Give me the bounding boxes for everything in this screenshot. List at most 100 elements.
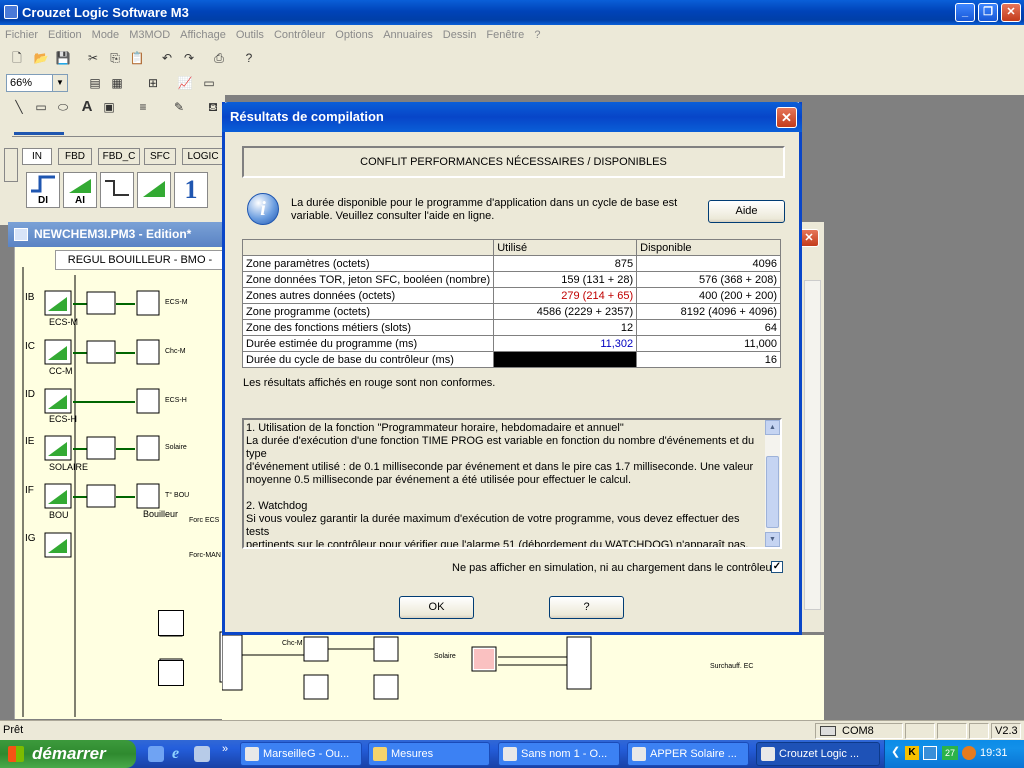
scroll-up-icon[interactable]: ▲ — [765, 420, 780, 435]
menu-dessin[interactable]: Dessin — [438, 25, 482, 41]
kaspersky-icon[interactable]: K — [905, 746, 919, 760]
details-line: 1. Utilisation de la fonction "Programma… — [246, 422, 624, 434]
text-tool-icon[interactable]: A — [78, 98, 96, 116]
taskbar-label: Crouzet Logic ... — [779, 748, 860, 760]
constant-block[interactable]: 1 — [174, 172, 208, 208]
menu-affichage[interactable]: Affichage — [175, 25, 231, 41]
paste-icon[interactable]: 📋 — [128, 49, 146, 67]
open-folder-icon[interactable]: 📂 — [32, 49, 50, 67]
row-label-ic: IC — [25, 341, 35, 352]
details-scrollbar[interactable]: ▲ ▼ — [765, 420, 780, 547]
new-file-icon[interactable]: 🗋 — [8, 49, 26, 67]
menu-bar: Fichier Edition Mode M3MOD Affichage Outils Co… — [0, 25, 1024, 45]
pen-color-icon[interactable]: ✎ — [170, 98, 188, 116]
aide-button[interactable]: Aide — [708, 200, 785, 223]
fill-bucket-icon[interactable]: ⛾ — [204, 98, 222, 116]
chart-icon[interactable]: 📈 — [176, 74, 194, 92]
dont-show-checkbox[interactable]: ✓ — [771, 561, 783, 573]
taskbar-label: Mesures — [391, 748, 434, 760]
ie-icon[interactable]: e — [172, 745, 179, 763]
window-icon[interactable]: ▭ — [200, 74, 218, 92]
menu-help[interactable]: ? — [529, 25, 545, 41]
copy-icon[interactable]: ⎘ — [106, 49, 124, 67]
line-tool-icon[interactable]: ╲ — [10, 98, 28, 116]
taskbar-button-apper-solaire[interactable]: APPER Solaire ... — [627, 742, 749, 766]
document-close-button[interactable]: ✕ — [799, 229, 819, 247]
taskbar-button-sans-nom[interactable]: Sans nom 1 - O... — [498, 742, 620, 766]
scroll-down-icon[interactable]: ▼ — [765, 532, 780, 547]
ellipse-tool-icon[interactable]: ⬭ — [54, 98, 72, 116]
ai-block[interactable]: AI — [63, 172, 97, 208]
tray-badge[interactable]: 27 — [942, 746, 958, 760]
threshold-block[interactable] — [100, 172, 134, 208]
layout-icon[interactable]: ⊞ — [144, 74, 162, 92]
block-label: Chc-M — [165, 348, 186, 355]
print-icon[interactable]: ⎙ — [210, 49, 228, 67]
menu-fichier[interactable]: Fichier — [0, 25, 43, 41]
details-line: La durée d'exécution d'une fonction TIME… — [246, 435, 755, 460]
diagram-canvas[interactable]: IB IC ID IE IF IG ECS-M CC-M ECS-H SOLAI… — [14, 247, 223, 719]
row-label: Zones autres données (octets) — [241, 287, 495, 304]
menu-controleur[interactable]: Contrôleur — [269, 25, 330, 41]
document-scrollbar[interactable] — [804, 280, 821, 610]
dialog-close-button[interactable]: ✕ — [776, 107, 797, 128]
tab-in[interactable]: IN — [22, 148, 52, 165]
details-textbox[interactable]: 1. Utilisation de la fonction "Programma… — [242, 418, 782, 549]
used-value: 12 — [493, 319, 638, 336]
block-label: T° BOU — [165, 492, 190, 499]
grid-lines-icon[interactable]: ▤ — [86, 74, 104, 92]
tray-app-icon[interactable] — [962, 746, 976, 760]
tray-expand-icon[interactable]: ❮ — [891, 745, 900, 758]
redo-icon[interactable]: ↷ — [180, 49, 198, 67]
scroll-thumb[interactable] — [766, 456, 779, 528]
start-button[interactable]: démarrer — [0, 740, 136, 768]
menu-options[interactable]: Options — [330, 25, 378, 41]
close-button[interactable]: ✕ — [1001, 3, 1021, 22]
table-row: Durée du cycle de base du contrôleur (ms… — [241, 351, 781, 368]
menu-m3mod[interactable]: M3MOD — [124, 25, 175, 41]
view-toolbar: 66% ▼ ▤ ▦ ⊞ 📈 ▭ — [0, 71, 1024, 95]
question-button[interactable]: ? — [549, 596, 624, 619]
input-name: BOU — [49, 510, 69, 520]
media-icon[interactable] — [194, 746, 210, 762]
network-icon[interactable] — [923, 746, 937, 760]
ok-button[interactable]: OK — [399, 596, 474, 619]
used-value-empty — [493, 351, 638, 368]
menu-fenetre[interactable]: Fenêtre — [481, 25, 529, 41]
zoom-select[interactable]: 66% ▼ — [6, 74, 68, 92]
diagram-header: REGUL BOUILLEUR - BMO - — [55, 250, 225, 270]
tab-fbd-c[interactable]: FBD_C — [98, 148, 140, 165]
taskbar-button-marseilleg[interactable]: MarseilleG - Ou... — [240, 742, 362, 766]
app-title: Crouzet Logic Software M3 — [22, 5, 189, 20]
line-weight-icon[interactable]: ≡ — [134, 98, 152, 116]
rectangle-tool-icon[interactable]: ▭ — [32, 98, 50, 116]
taskbar-button-crouzet[interactable]: Crouzet Logic ... — [756, 742, 880, 766]
row-label: Zone des fonctions métiers (slots) — [241, 319, 495, 336]
tab-sfc[interactable]: SFC — [144, 148, 176, 165]
diagram-canvas-lower[interactable]: Chc-M Solaire Surchauff. EC — [222, 635, 824, 720]
cut-icon[interactable]: ✂ — [84, 49, 102, 67]
image-tool-icon[interactable]: ▣ — [100, 98, 118, 116]
help-icon[interactable]: ? — [240, 49, 258, 67]
menu-mode[interactable]: Mode — [87, 25, 125, 41]
undo-icon[interactable]: ↶ — [158, 49, 176, 67]
quicklaunch-more-icon[interactable]: » — [222, 743, 228, 755]
save-icon[interactable]: 💾 — [54, 49, 72, 67]
di-block[interactable]: DI — [26, 172, 60, 208]
menu-edition[interactable]: Edition — [43, 25, 87, 41]
minimize-button[interactable]: _ — [955, 3, 975, 22]
gain-block[interactable] — [137, 172, 171, 208]
desktop-icon[interactable] — [148, 746, 164, 762]
tab-fbd[interactable]: FBD — [58, 148, 92, 165]
speaker-block[interactable] — [158, 610, 184, 636]
tab-logic[interactable]: LOGIC — [182, 148, 224, 165]
valve-block[interactable] — [158, 660, 184, 686]
restore-button[interactable]: ❐ — [978, 3, 998, 22]
taskbar-button-mesures[interactable]: Mesures — [368, 742, 490, 766]
menu-outils[interactable]: Outils — [231, 25, 269, 41]
grid-icon[interactable]: ▦ — [108, 74, 126, 92]
menu-annuaires[interactable]: Annuaires — [378, 25, 438, 41]
palette-side-button[interactable] — [4, 148, 18, 182]
info-line: La durée disponible pour le programme d'… — [291, 197, 678, 209]
block-label: Solaire — [434, 653, 456, 660]
